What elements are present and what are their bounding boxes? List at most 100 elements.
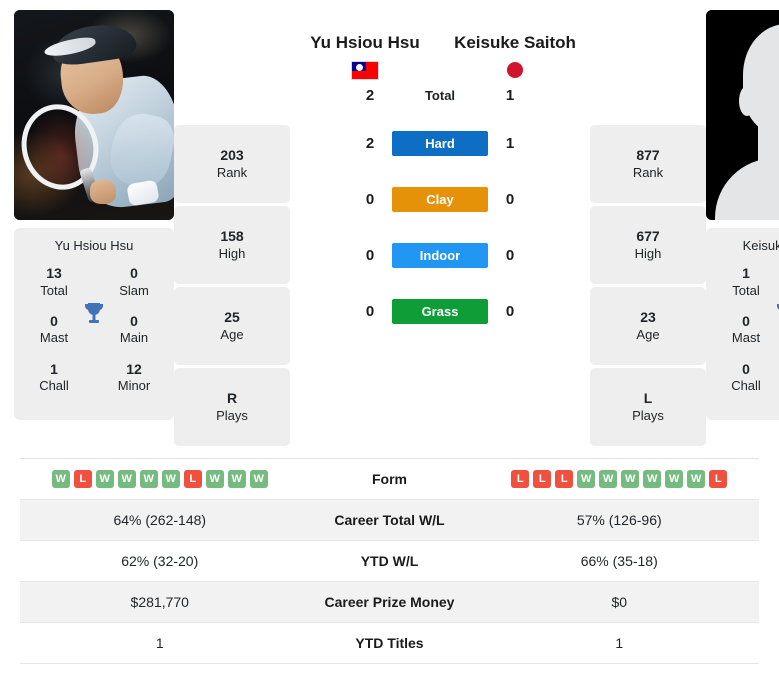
attr-plays: L Plays xyxy=(590,368,706,446)
h2h-total-left: 2 xyxy=(365,87,375,105)
player-flags-row xyxy=(290,60,590,80)
right-form-strip: LLLWWWWWWL xyxy=(480,470,760,488)
attr-high-label: High xyxy=(634,245,662,261)
stat-main: 0 Main xyxy=(108,313,160,347)
form-badge-loss[interactable]: L xyxy=(533,470,552,488)
stat-total: 13 Total xyxy=(28,265,80,299)
form-badge-win[interactable]: W xyxy=(577,470,596,488)
attr-plays-label: Plays xyxy=(632,407,664,423)
stat-mast-value: 0 xyxy=(50,312,58,329)
table-row-ytd-wl: 62% (32-20) YTD W/L 66% (35-18) xyxy=(20,541,759,582)
surface-pill-indoor[interactable]: Indoor xyxy=(392,243,488,269)
form-badge-win[interactable]: W xyxy=(117,470,136,488)
stat-total: 1 Total xyxy=(720,265,772,299)
h2h-hard-right: 1 xyxy=(505,135,515,153)
stat-chall-value: 0 xyxy=(742,360,750,377)
row-label-ytd-wl: YTD W/L xyxy=(360,553,419,569)
left-ytd-titles: 1 xyxy=(155,635,164,651)
form-badge-win[interactable]: W xyxy=(621,470,640,488)
stat-minor-value: 12 xyxy=(126,360,142,377)
player-silhouette-icon xyxy=(706,10,779,220)
flag-taiwan-icon xyxy=(351,60,379,80)
h2h-clay-right: 0 xyxy=(505,191,515,209)
form-badge-win[interactable]: W xyxy=(687,470,706,488)
left-form-strip: WLWWWWLWWW xyxy=(20,470,300,488)
left-player-photo[interactable] xyxy=(14,10,174,220)
right-player-titles-card: Keisuke Saitoh 1 Total 0 Slam xyxy=(706,228,779,421)
table-row-ytd-titles: 1 YTD Titles 1 xyxy=(20,623,759,664)
table-row-form: WLWWWWLWWW Form LLLWWWWWWL xyxy=(20,459,759,500)
stat-mast-label: Mast xyxy=(39,330,69,346)
attr-age-label: Age xyxy=(220,326,244,342)
right-player-card-name: Keisuke Saitoh xyxy=(742,238,779,253)
form-badge-win[interactable]: W xyxy=(161,470,180,488)
right-flag-slot xyxy=(440,62,590,79)
row-label-career-total-wl: Career Total W/L xyxy=(334,512,445,528)
form-badge-win[interactable]: W xyxy=(665,470,684,488)
surface-pill-grass[interactable]: Grass xyxy=(392,299,488,325)
form-badge-loss[interactable]: L xyxy=(183,470,202,488)
left-player-card-name: Yu Hsiou Hsu xyxy=(54,238,134,253)
left-attributes-column: 203 Rank 158 High 25 Age R Plays xyxy=(174,10,290,446)
attr-age-value: 23 xyxy=(640,309,656,326)
head-to-head-column: Yu Hsiou Hsu Keisuke Saitoh 2 Total 1 2 … xyxy=(290,10,590,326)
left-career-total-wl: 64% (262-148) xyxy=(113,512,207,528)
form-badge-win[interactable]: W xyxy=(95,470,114,488)
h2h-total-label: Total xyxy=(424,88,456,104)
stat-slam: 0 Slam xyxy=(108,265,160,299)
right-ytd-titles: 1 xyxy=(615,635,624,651)
h2h-hard-left: 2 xyxy=(365,135,375,153)
table-row-career-prize-money: $281,770 Career Prize Money $0 xyxy=(20,582,759,623)
form-badge-win[interactable]: W xyxy=(205,470,224,488)
stat-chall: 0 Chall xyxy=(720,361,772,395)
form-badge-win[interactable]: W xyxy=(599,470,618,488)
h2h-clay-left: 0 xyxy=(365,191,375,209)
trophy-icon xyxy=(82,301,106,332)
form-badge-loss[interactable]: L xyxy=(73,470,92,488)
h2h-row-clay: 0 Clay 0 xyxy=(290,186,590,214)
attr-rank-value: 877 xyxy=(636,147,660,164)
form-badge-win[interactable]: W xyxy=(249,470,268,488)
left-player-column: Yu Hsiou Hsu 13 Total 0 Slam 0 Mast 0 Ma… xyxy=(14,10,174,421)
row-label-ytd-titles: YTD Titles xyxy=(355,635,424,651)
attr-high: 677 High xyxy=(590,206,706,284)
stat-total-value: 1 xyxy=(742,265,750,281)
attr-rank-label: Rank xyxy=(632,164,664,180)
stat-minor-label: Minor xyxy=(117,378,151,393)
row-label-form: Form xyxy=(372,471,407,487)
form-badge-win[interactable]: W xyxy=(51,470,70,488)
stat-minor: 12 Minor xyxy=(108,361,160,395)
attr-high: 158 High xyxy=(174,206,290,284)
h2h-score-block: 2 Total 1 2 Hard 1 0 Clay 0 0 Indoor 0 0… xyxy=(290,82,590,326)
stat-main-label: Main xyxy=(119,330,149,346)
stat-mast-value: 0 xyxy=(742,312,750,329)
stat-total-label: Total xyxy=(732,282,760,298)
form-badge-win[interactable]: W xyxy=(227,470,246,488)
h2h-row-hard: 2 Hard 1 xyxy=(290,130,590,158)
form-badge-loss[interactable]: L xyxy=(709,470,728,488)
right-attributes-column: 877 Rank 677 High 23 Age L Plays xyxy=(590,10,706,446)
titles-row-3: 0 Chall 1 Minor xyxy=(712,361,779,395)
stat-chall: 1 Chall xyxy=(28,361,80,395)
right-player-photo[interactable] xyxy=(706,10,779,220)
attr-age-value: 25 xyxy=(224,309,240,326)
surface-pill-clay[interactable]: Clay xyxy=(392,187,488,213)
form-badge-loss[interactable]: L xyxy=(511,470,530,488)
player-names-row: Yu Hsiou Hsu Keisuke Saitoh xyxy=(290,10,590,55)
surface-pill-hard[interactable]: Hard xyxy=(392,131,488,157)
attr-plays-label: Plays xyxy=(216,407,248,423)
attr-age-label: Age xyxy=(636,326,660,342)
right-career-total-wl: 57% (126-96) xyxy=(576,512,662,528)
form-badge-win[interactable]: W xyxy=(139,470,158,488)
attr-age: 25 Age xyxy=(174,287,290,365)
stat-slam-value: 0 xyxy=(130,265,138,281)
form-badge-loss[interactable]: L xyxy=(555,470,574,488)
attr-rank: 877 Rank xyxy=(590,125,706,203)
form-badge-win[interactable]: W xyxy=(643,470,662,488)
h2h-row-indoor: 0 Indoor 0 xyxy=(290,242,590,270)
left-ytd-wl: 62% (32-20) xyxy=(121,553,199,569)
h2h-grass-right: 0 xyxy=(505,303,515,321)
stat-mast-label: Mast xyxy=(731,330,761,346)
left-form-cell: WLWWWWLWWW xyxy=(20,470,300,488)
left-player-titles-card: Yu Hsiou Hsu 13 Total 0 Slam 0 Mast 0 Ma… xyxy=(14,228,174,421)
